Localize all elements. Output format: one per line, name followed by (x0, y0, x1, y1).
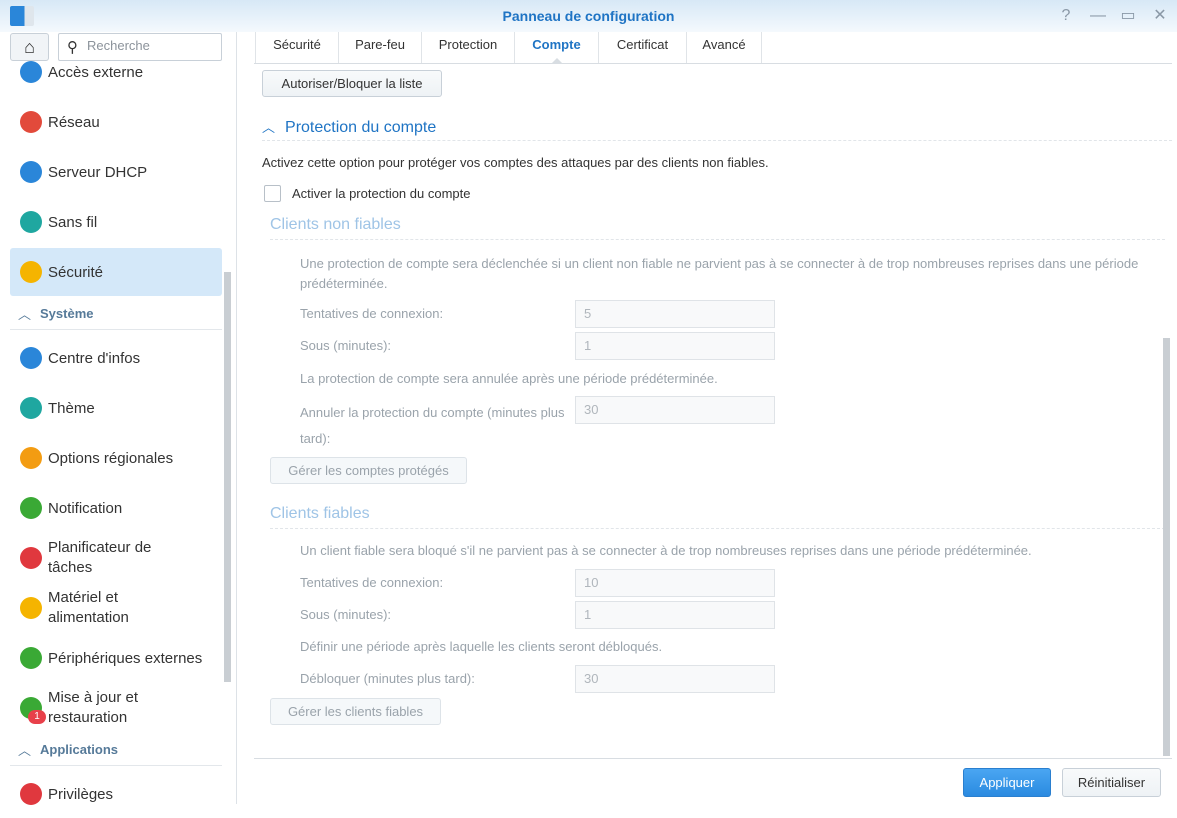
sidebar-item[interactable]: Sécurité (10, 248, 222, 296)
sidebar-item[interactable]: Serveur DHCP (10, 148, 222, 196)
sidebar-item-label: Serveur DHCP (48, 164, 148, 181)
sidebar-item[interactable]: Centre d'infos (10, 334, 222, 382)
tab-5[interactable]: Avancé (686, 32, 762, 63)
globe-icon (20, 61, 42, 83)
sidebar-item[interactable]: Mise à jour et restauration 1 (10, 684, 222, 732)
house-network-icon (20, 111, 42, 133)
footer-divider (254, 758, 1172, 759)
trusted-within-input[interactable]: 1 (575, 601, 775, 629)
dhcp-icon (20, 161, 42, 183)
enable-protection-label: Activer la protection du compte (292, 186, 471, 201)
sidebar-item-label: Planificateur de tâches (48, 539, 152, 576)
notification-badge: 1 (28, 710, 46, 724)
section-label: Applications (40, 742, 119, 757)
privileges-icon (20, 783, 42, 805)
sidebar-item[interactable]: Périphériques externes (10, 634, 222, 682)
divider (262, 140, 1172, 141)
close-button[interactable]: ✕ (1150, 6, 1170, 26)
unblock-input[interactable]: 30 (575, 665, 775, 693)
divider (270, 239, 1165, 240)
cancel-protection-label: Annuler la protection du compte (minutes… (300, 405, 565, 446)
untrusted-attempts-label: Tentatives de connexion: (300, 306, 444, 321)
enable-protection-checkbox[interactable] (264, 185, 281, 202)
sidebar-item-label: Thème (48, 400, 95, 417)
chevron-up-icon: ︿ (262, 120, 276, 135)
tab-bar: Sécurité Pare-feu Protection Compte Certific… (254, 32, 1172, 64)
title-bar: Panneau de configuration ? — ▭ ✕ (0, 0, 1177, 32)
manage-protected-accounts-button[interactable]: Gérer les comptes protégés (270, 457, 467, 484)
section-label: Système (40, 306, 94, 321)
sidebar-item-label: Privilèges (48, 786, 114, 803)
calendar-check-icon (20, 547, 42, 569)
untrusted-attempts-input[interactable]: 5 (575, 300, 775, 328)
chevron-up-icon: ︿ (18, 307, 32, 322)
sidebar-item-label: Réseau (48, 114, 100, 131)
tab-1[interactable]: Pare-feu (338, 32, 421, 63)
untrusted-description: Une protection de compte sera déclenchée… (300, 256, 1139, 291)
help-button[interactable]: ? (1056, 6, 1076, 26)
trusted-description: Un client fiable sera bloqué s'il ne par… (300, 543, 1032, 558)
sidebar-item[interactable]: Notification (10, 484, 222, 532)
chevron-up-icon: ︿ (18, 743, 32, 758)
account-protection-toggle[interactable]: ︿ Protection du compte (262, 117, 436, 137)
window-title: Panneau de configuration (502, 8, 675, 24)
trusted-within-label: Sous (minutes): (300, 607, 392, 622)
sidebar-item[interactable]: Options régionales (10, 434, 222, 482)
tab-4[interactable]: Certificat (598, 32, 686, 63)
tab-2[interactable]: Protection (421, 32, 514, 63)
sidebar-item[interactable]: Planificateur de tâches (10, 534, 222, 582)
section-system[interactable]: ︿ Système (10, 300, 222, 330)
untrusted-clients-heading: Clients non fiables (270, 216, 401, 233)
untrusted-within-label: Sous (minutes): (300, 338, 392, 353)
main-scrollbar[interactable] (1163, 338, 1170, 756)
sidebar-item-label: Mise à jour et restauration (48, 689, 139, 726)
divider (270, 528, 1165, 529)
sidebar-item-label: Matériel et alimentation (48, 589, 129, 626)
cancel-protection-input[interactable]: 30 (575, 396, 775, 424)
section-applications[interactable]: ︿ Applications (10, 736, 222, 766)
sidebar-item[interactable]: Accès externe (10, 48, 222, 96)
map-clock-icon (20, 447, 42, 469)
palette-icon (20, 397, 42, 419)
info-icon (20, 347, 42, 369)
reset-button[interactable]: Réinitialiser (1062, 768, 1161, 797)
shield-icon (20, 261, 42, 283)
sidebar-item[interactable]: Réseau (10, 98, 222, 146)
sidebar-item[interactable]: Thème (10, 384, 222, 432)
sidebar-item[interactable]: Sans fil (10, 198, 222, 246)
sidebar-item-label: Notification (48, 500, 123, 517)
allow-block-list-button[interactable]: Autoriser/Bloquer la liste (262, 70, 442, 97)
sidebar-item[interactable]: Privilèges (10, 770, 222, 818)
cancel-description: La protection de compte sera annulée apr… (300, 371, 718, 386)
sidebar-item-label: Options régionales (48, 450, 174, 467)
sidebar-item-label: Sécurité (48, 264, 104, 281)
wifi-icon (20, 211, 42, 233)
trusted-clients-heading: Clients fiables (270, 505, 370, 522)
tab-0[interactable]: Sécurité (255, 32, 338, 63)
chat-bubble-icon (20, 497, 42, 519)
unblock-label: Débloquer (minutes plus tard): (300, 671, 475, 686)
untrusted-within-input[interactable]: 1 (575, 332, 775, 360)
minimize-button[interactable]: — (1088, 6, 1108, 26)
unblock-description: Définir une période après laquelle les c… (300, 639, 663, 654)
trusted-attempts-label: Tentatives de connexion: (300, 575, 444, 590)
manage-trusted-clients-button[interactable]: Gérer les clients fiables (270, 698, 441, 725)
upload-device-icon (20, 647, 42, 669)
sidebar-item-label: Accès externe (48, 64, 144, 81)
section-title: Protection du compte (285, 119, 437, 136)
sidebar-item[interactable]: Matériel et alimentation (10, 584, 222, 632)
lightbulb-icon (20, 597, 42, 619)
active-tab-caret (552, 58, 562, 63)
maximize-button[interactable]: ▭ (1118, 6, 1138, 26)
sidebar-item-label: Sans fil (48, 214, 98, 231)
sidebar-item-label: Périphériques externes (48, 650, 203, 667)
description: Activez cette option pour protéger vos c… (262, 155, 769, 170)
sidebar-scrollbar[interactable] (224, 272, 231, 682)
apply-button[interactable]: Appliquer (963, 768, 1051, 797)
sidebar-item-label: Centre d'infos (48, 350, 141, 367)
trusted-attempts-input[interactable]: 10 (575, 569, 775, 597)
